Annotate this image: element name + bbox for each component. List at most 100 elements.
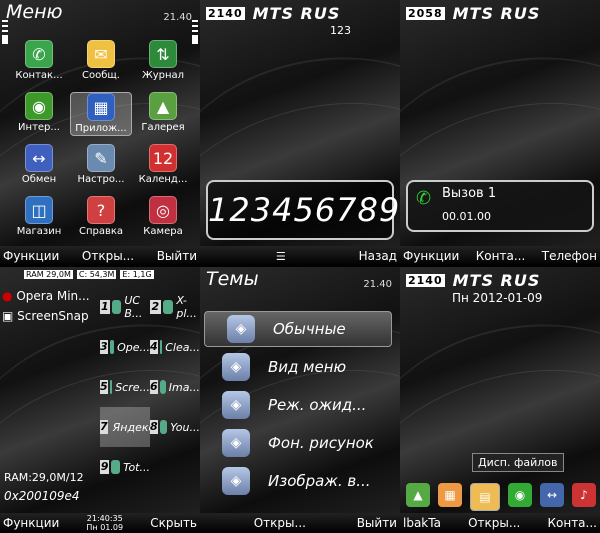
menu-icon[interactable]: ☰ <box>276 250 286 263</box>
softkey-bar: Откры... Выйти <box>200 513 400 533</box>
app-label: Магазин <box>16 226 62 237</box>
softkey-right[interactable]: Выйти <box>357 516 397 530</box>
store-icon: ◫ <box>25 196 53 224</box>
app-label: Справка <box>78 226 124 237</box>
app-item[interactable]: ◎ Камера <box>132 196 194 240</box>
task-label: UC B... <box>124 294 143 320</box>
camera-icon: ◎ <box>149 196 177 224</box>
softkey-bar: Функции Откры... Выйти <box>0 246 200 266</box>
task-item[interactable]: 3 Ope... <box>100 327 150 367</box>
task-item[interactable]: 1 UC B... <box>100 287 150 327</box>
app-item[interactable]: ✎ Настро... <box>70 144 132 188</box>
task-item[interactable]: 4 Clea... <box>150 327 200 367</box>
theme-item[interactable]: ◈ Фон. рисунок <box>200 425 400 461</box>
music-icon[interactable]: ♪ <box>572 483 596 507</box>
apps-icon: ▦ <box>87 93 115 121</box>
softkey-middle[interactable]: Откры... <box>468 516 520 530</box>
app-label: Прилож... <box>75 123 127 134</box>
task-label: Ima... <box>168 380 200 394</box>
theme-label: Реж. ожид... <box>268 396 367 414</box>
softkey-bar: Функции 21:40:35 Пн 01.09 Скрыть <box>0 513 200 533</box>
clock: 21:40:35 <box>86 514 123 523</box>
apps-icon[interactable]: ▦ <box>438 483 462 507</box>
app-grid: ✆ Контак... ✉ Сообщ. ⇅ Журнал ◉ Интер... ▦ Прилож… <box>8 40 194 240</box>
softkey-right[interactable]: Телефон <box>542 249 597 263</box>
task-item[interactable]: 5 Scre... <box>100 367 150 407</box>
softkey-left[interactable]: lbakTa <box>403 516 441 530</box>
clock: 21.40 <box>363 279 392 290</box>
softkey-bar: ☰ Назад <box>200 246 400 266</box>
list-item[interactable]: ● Opera Min... <box>2 289 90 303</box>
signal-icon <box>2 20 8 44</box>
signal-value: 123 <box>330 24 351 37</box>
softkey-right[interactable]: Выйти <box>157 249 197 263</box>
theme-label: Изображ. в... <box>268 472 371 490</box>
internet-icon[interactable]: ◉ <box>508 483 532 507</box>
task-item[interactable]: 2 X-pl... <box>150 287 200 327</box>
app-item[interactable]: ⇅ Журнал <box>132 40 194 84</box>
app-item[interactable]: 12 Календ... <box>132 144 194 188</box>
status-bar: 2140 MTS RUS <box>206 4 340 23</box>
theme-item[interactable]: ◈ Вид меню <box>200 349 400 385</box>
cell-id: 2140 <box>406 274 445 287</box>
softkey-right[interactable]: Конта... <box>547 516 597 530</box>
app-item[interactable]: ↔ Обмен <box>8 144 70 188</box>
date: Пн 01.09 <box>86 523 124 532</box>
call-screen: 2058 MTS RUS ✆ Вызов 1 00.01.00 Функции … <box>400 0 600 266</box>
log-icon: ⇅ <box>149 40 177 68</box>
task-item[interactable]: 6 Ima... <box>150 367 200 407</box>
dialer-screen: 2140 MTS RUS 123 123456789 ☰ Назад <box>200 0 400 266</box>
themes-screen: Темы 21.40 ◈ Обычные ◈ Вид меню ◈ Реж. ожид..… <box>200 267 400 533</box>
theme-item[interactable]: ◈ Изображ. в... <box>200 463 400 499</box>
softkey-left[interactable]: Функции <box>403 249 459 263</box>
app-item[interactable]: ◉ Интер... <box>8 92 70 136</box>
task-icon <box>159 380 166 394</box>
app-label: Интер... <box>18 122 60 133</box>
operator-name: MTS RUS <box>252 4 341 23</box>
call-duration: 00.01.00 <box>442 210 491 223</box>
theme-item[interactable]: ◈ Реж. ожид... <box>200 387 400 423</box>
status-bar: 2058 MTS RUS <box>406 4 540 23</box>
app-item[interactable]: ✆ Контак... <box>8 40 70 84</box>
task-number: 6 <box>150 380 158 394</box>
theme-label: Обычные <box>273 320 346 338</box>
app-item[interactable]: ✉ Сообщ. <box>70 40 132 84</box>
ram-badge: RAM 29,0M <box>24 270 73 279</box>
gallery-icon[interactable]: ▲ <box>406 483 430 507</box>
home-screen: 2140 MTS RUS Пн 2012-01-09 Дисп. файлов … <box>400 267 600 533</box>
app-item[interactable]: ▦ Прилож... <box>70 92 132 136</box>
phone-icon: ✆ <box>416 188 432 209</box>
task-label: Tot... <box>123 460 150 474</box>
list-item[interactable]: ▣ ScreenSnap <box>2 309 90 323</box>
theme-item[interactable]: ◈ Обычные <box>204 311 392 347</box>
app-item[interactable]: ? Справка <box>70 196 132 240</box>
softkey-left[interactable]: Функции <box>3 249 59 263</box>
task-label: X-pl... <box>176 294 197 320</box>
softkey-middle[interactable]: Конта... <box>476 249 526 263</box>
softkey-middle[interactable]: Откры... <box>254 516 306 530</box>
task-icon <box>159 340 163 354</box>
app-label: Обмен <box>21 174 57 185</box>
exchange-icon[interactable]: ↔ <box>540 483 564 507</box>
dialed-number: 123456789 <box>206 180 399 240</box>
task-item[interactable]: 7 Яндекс <box>100 407 155 447</box>
softkey-right[interactable]: Назад <box>359 249 397 263</box>
task-item[interactable]: 9 Tot... <box>100 447 150 487</box>
file-manager-icon[interactable]: ▤ <box>470 483 500 511</box>
softkey-right[interactable]: Скрыть <box>150 516 197 530</box>
softkey-left[interactable]: Функции <box>3 516 59 530</box>
left-task-list: ● Opera Min... ▣ ScreenSnap <box>2 289 90 323</box>
exchange-icon: ↔ <box>25 144 53 172</box>
battery-icon <box>192 20 198 44</box>
page-title: Темы <box>206 268 259 290</box>
task-item[interactable]: 8 You... <box>150 407 200 447</box>
softkey-bar: lbakTa Откры... Конта... <box>400 513 600 533</box>
cell-id: 2058 <box>406 7 445 20</box>
softkey-middle[interactable]: Откры... <box>82 249 134 263</box>
app-label: Журнал <box>141 70 185 81</box>
app-item[interactable]: ◫ Магазин <box>8 196 70 240</box>
date: Пн 2012-01-09 <box>452 291 543 305</box>
app-item[interactable]: ▲ Галерея <box>132 92 194 136</box>
task-grid: 1 UC B... 2 X-pl... 3 Ope... 4 Clea... 5 Scre... 6… <box>100 287 200 487</box>
task-number: 7 <box>100 420 108 434</box>
